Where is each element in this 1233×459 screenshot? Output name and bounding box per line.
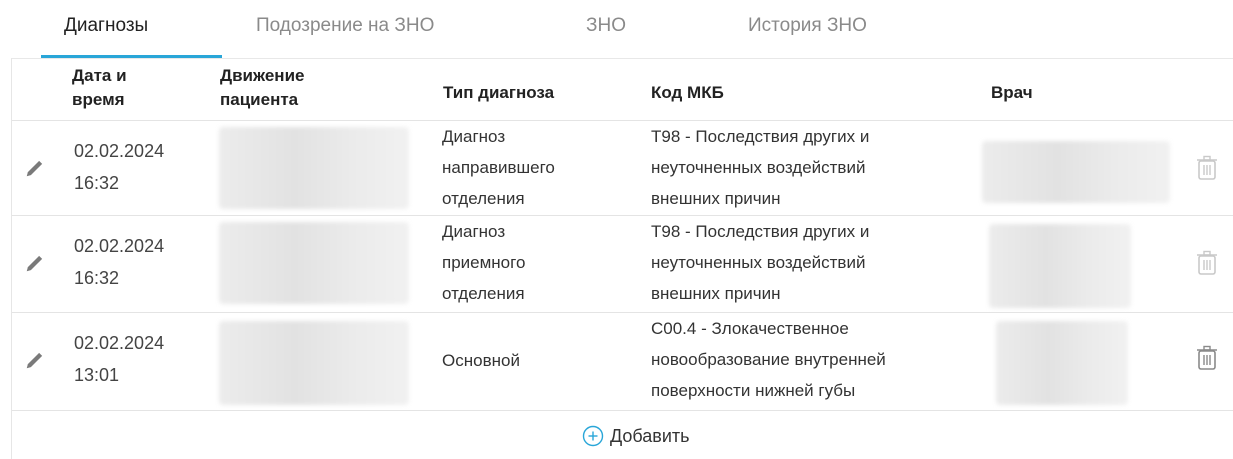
header-diag-type: Тип диагноза [443, 83, 555, 102]
icd-line: C00.4 - Злокачественное [651, 319, 849, 338]
tab-diagnoses[interactable]: Диагнозы [64, 15, 148, 37]
row-date: 02.02.2024 [74, 141, 165, 161]
icd-line: внешних причин [651, 189, 781, 208]
diag-type-line: Основной [442, 351, 520, 370]
diag-type-line: отделения [442, 284, 525, 303]
row-diag-type: Диагноз приемного отделения [442, 216, 525, 309]
add-row: Добавить [12, 410, 1233, 459]
icd-line: внешних причин [651, 284, 781, 303]
icd-line: неуточненных воздействий [651, 253, 866, 272]
header-doctor: Врач [991, 83, 1033, 102]
plus-circle-icon [582, 425, 604, 447]
row-icd: C00.4 - Злокачественное новообразование … [651, 313, 886, 406]
header-datetime: Дата и время [72, 64, 127, 112]
tab-zno[interactable]: ЗНО [586, 15, 626, 37]
row-datetime: 02.02.2024 16:32 [74, 230, 164, 294]
header-movement-line2: пациента [220, 90, 299, 109]
pencil-icon[interactable] [24, 157, 46, 179]
pencil-icon[interactable] [24, 349, 46, 371]
diag-type-line: отделения [442, 189, 525, 208]
add-button-label: Добавить [610, 425, 690, 446]
trash-icon[interactable] [1196, 155, 1218, 181]
redacted-patient-movement [219, 222, 409, 304]
header-icd: Код МКБ [651, 83, 724, 102]
icd-line: T98 - Последствия других и [651, 127, 870, 146]
row-date: 02.02.2024 [74, 333, 165, 353]
row-icd: T98 - Последствия других и неуточненных … [651, 121, 869, 214]
redacted-patient-movement [219, 127, 409, 209]
icd-line: новообразование внутренней [651, 350, 886, 369]
diag-type-line: направившего [442, 158, 555, 177]
redacted-doctor [982, 141, 1170, 203]
header-movement: Движение пациента [220, 64, 304, 112]
icd-line: T98 - Последствия других и [651, 222, 870, 241]
redacted-patient-movement [219, 321, 409, 405]
header-movement-line1: Движение [220, 66, 305, 85]
row-time: 13:01 [74, 365, 120, 385]
icd-line: неуточненных воздействий [651, 158, 866, 177]
redacted-doctor [989, 224, 1131, 308]
trash-icon[interactable] [1196, 250, 1218, 276]
tab-zno-suspicion[interactable]: Подозрение на ЗНО [256, 15, 434, 37]
row-time: 16:32 [74, 173, 120, 193]
add-diagnosis-button[interactable]: Добавить [582, 425, 690, 447]
trash-icon[interactable] [1196, 345, 1218, 371]
diag-type-line: Диагноз [442, 222, 506, 241]
tab-bar: Диагнозы Подозрение на ЗНО ЗНО История З… [0, 0, 1233, 59]
table-row[interactable]: 02.02.2024 16:32 Диагноз приемного отдел… [12, 215, 1233, 310]
row-datetime: 02.02.2024 16:32 [74, 135, 164, 199]
icd-line: поверхности нижней губы [651, 381, 856, 400]
diag-type-line: приемного [442, 253, 526, 272]
row-diag-type: Диагноз направившего отделения [442, 121, 555, 214]
row-datetime: 02.02.2024 13:01 [74, 327, 164, 391]
row-date: 02.02.2024 [74, 236, 165, 256]
pencil-icon[interactable] [24, 252, 46, 274]
redacted-doctor [996, 321, 1128, 405]
table-row[interactable]: 02.02.2024 13:01 Основной C00.4 - Злокач… [12, 312, 1233, 407]
header-datetime-line2: время [72, 90, 125, 109]
diag-type-line: Диагноз [442, 127, 506, 146]
tab-zno-history[interactable]: История ЗНО [748, 15, 867, 37]
row-time: 16:32 [74, 268, 120, 288]
row-icd: T98 - Последствия других и неуточненных … [651, 216, 869, 309]
row-diag-type: Основной [442, 345, 520, 376]
table-row[interactable]: 02.02.2024 16:32 Диагноз направившего от… [12, 120, 1233, 215]
header-datetime-line1: Дата и [72, 66, 127, 85]
